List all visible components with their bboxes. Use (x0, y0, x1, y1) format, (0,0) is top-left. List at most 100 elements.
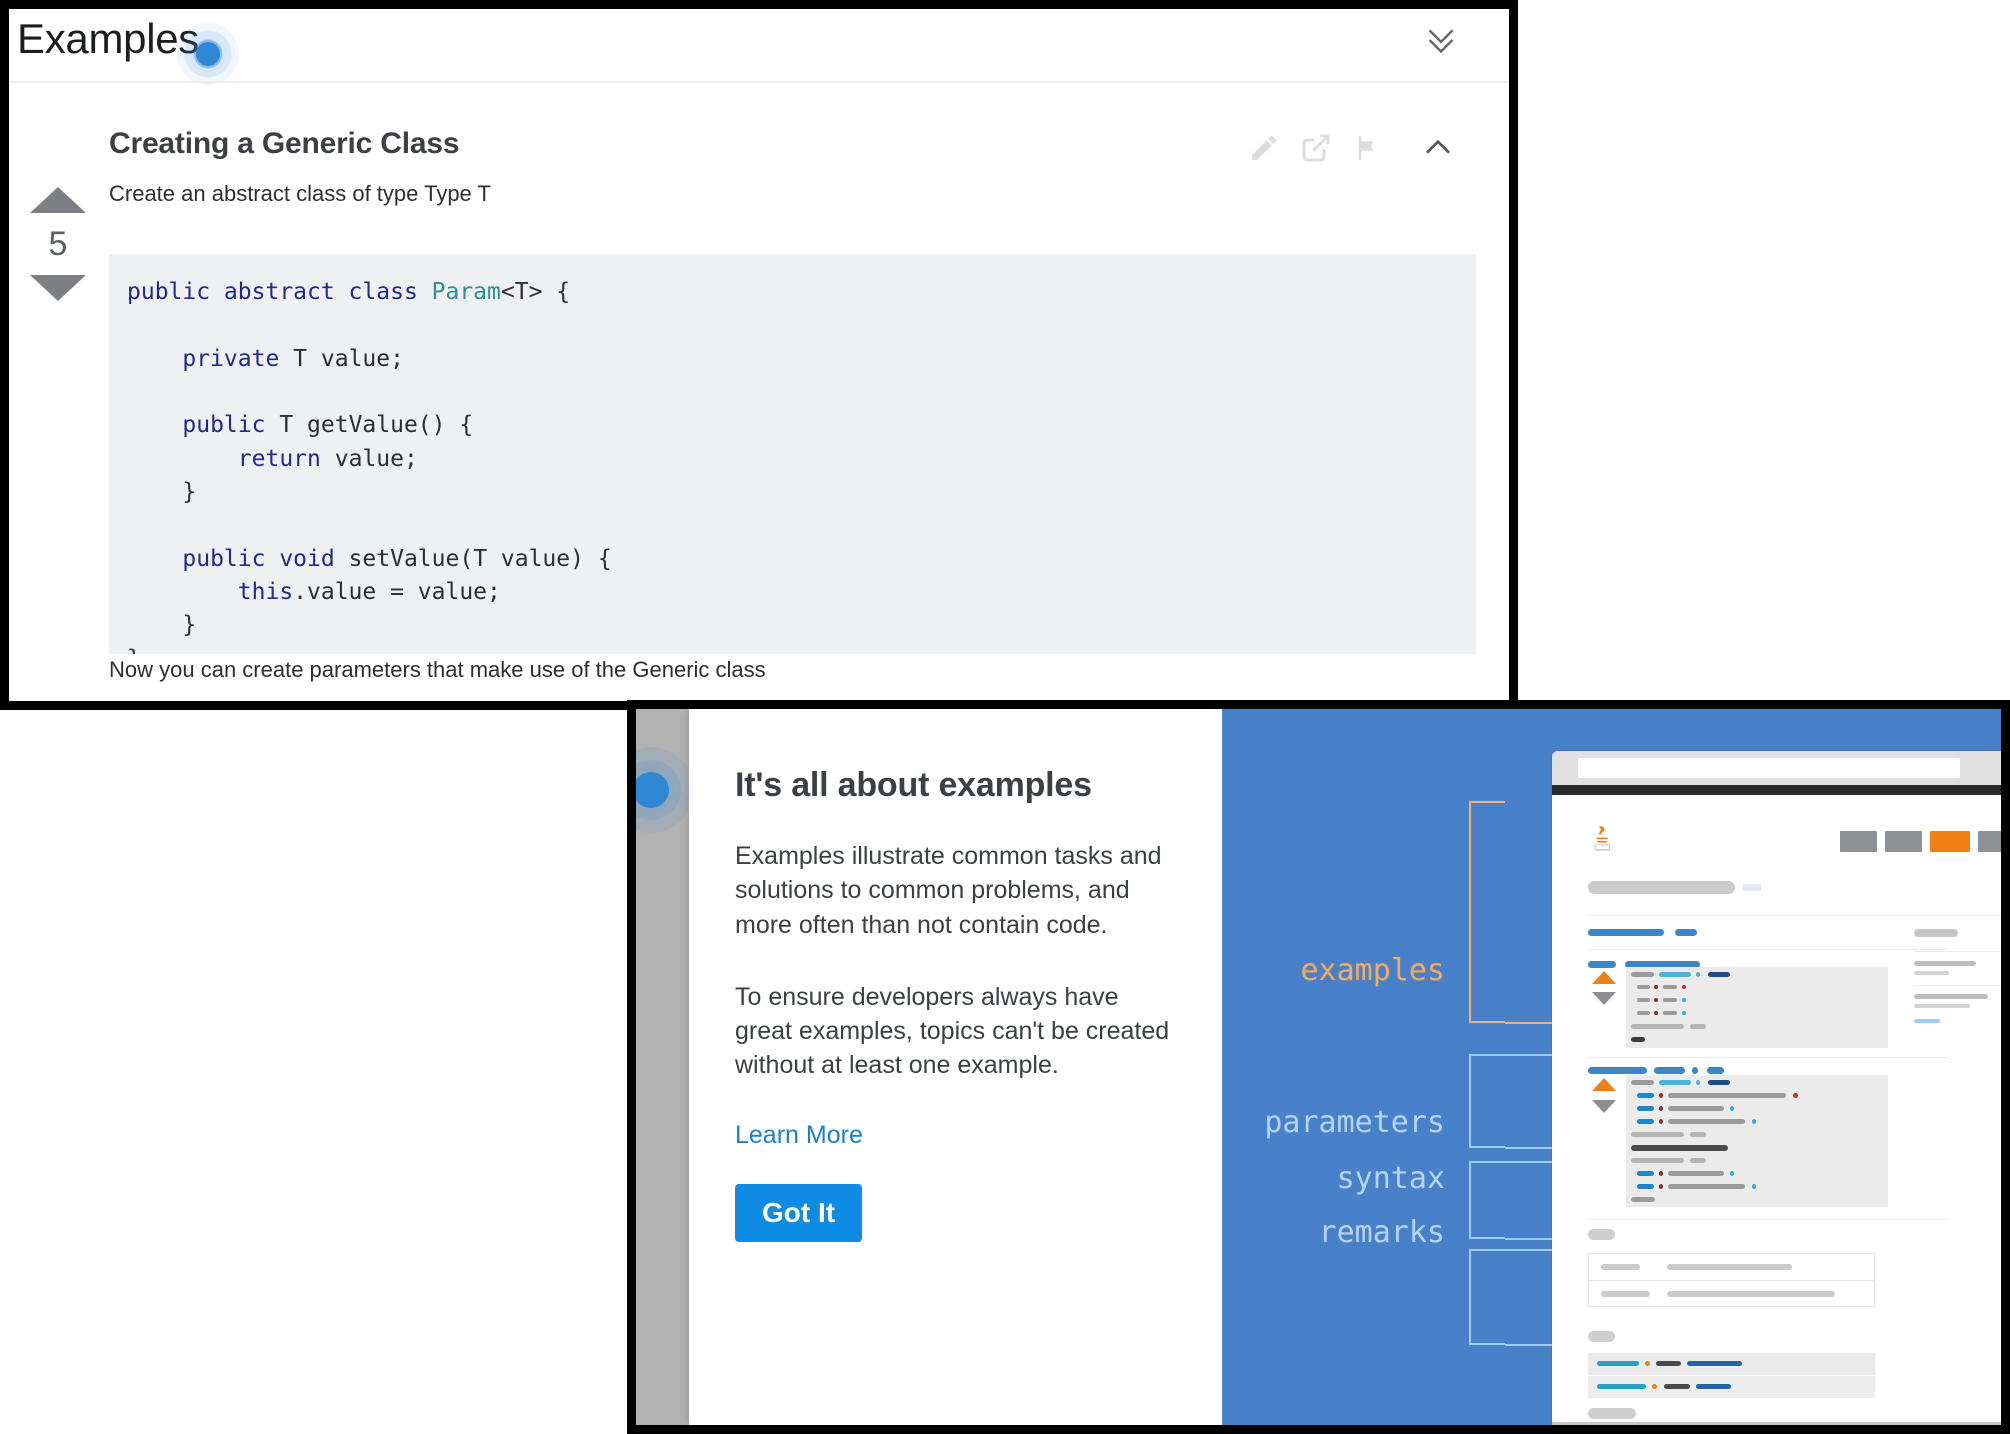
bracket-remarks (1469, 1249, 1505, 1345)
documentation-window-back: Examples Creating a Generic Class Create… (0, 0, 1518, 710)
code-token (1637, 1011, 1650, 1015)
code-token (1682, 998, 1686, 1002)
code-token (1663, 985, 1677, 989)
bracket-examples (1469, 801, 1505, 1023)
code-token (1752, 1184, 1756, 1189)
code-token (1654, 1011, 1658, 1015)
table-cell (1601, 1291, 1650, 1297)
mockup-rule (1588, 1057, 1948, 1058)
example-subtitle: Create an abstract class of type Type T (109, 181, 491, 206)
mockup-search-bar (1588, 881, 1735, 894)
browser-url-bar (1578, 758, 1960, 778)
syntax-token (1652, 1384, 1657, 1389)
mockup-sub-bar (1654, 1067, 1685, 1074)
mockup-heading-bar (1588, 929, 1664, 936)
code-token (1682, 985, 1686, 989)
code-token (1659, 1080, 1691, 1085)
vote-widget: 5 (27, 187, 89, 301)
mockup-code-block (1626, 1075, 1888, 1207)
examples-pulse-indicator[interactable] (177, 23, 239, 85)
code-token (1752, 1119, 1756, 1124)
code-token (1708, 1080, 1730, 1085)
example-actions (1238, 125, 1464, 171)
mockup-section-heading (1588, 1331, 1615, 1342)
mockup-section-heading (1588, 1408, 1636, 1419)
code-token (1631, 972, 1654, 977)
documentation-page: Examples Creating a Generic Class Create… (9, 9, 1509, 701)
modal-paragraph-1: Examples illustrate common tasks and sol… (735, 842, 1162, 939)
code-token (1659, 1106, 1663, 1111)
modal-content: It's all about examples Examples illustr… (689, 709, 1222, 1425)
code-span: T getValue() { (265, 412, 474, 439)
code-token (1637, 1106, 1654, 1111)
code-token (1637, 1093, 1654, 1098)
open-in-new-icon[interactable] (1290, 125, 1342, 171)
got-it-button[interactable]: Got It (735, 1183, 863, 1242)
table-cell (1601, 1264, 1640, 1270)
code-token (1631, 1158, 1684, 1163)
modal-pulse-indicator[interactable] (636, 747, 694, 833)
code-token (1730, 1106, 1734, 1111)
syntax-token (1664, 1384, 1690, 1389)
code-token (1659, 1184, 1663, 1189)
code-token (1690, 1132, 1706, 1137)
code-span: value; (320, 445, 418, 472)
browser-titlebar (1552, 751, 2001, 785)
bracket-remarks-tail-top (1505, 1249, 1553, 1251)
nav-pill (1840, 831, 1877, 852)
code-span: public abstract class (127, 279, 432, 305)
table-row (1589, 1281, 1874, 1307)
code-token (1637, 1171, 1654, 1176)
sidebar-rule (1914, 985, 2001, 986)
label-remarks: remarks (1318, 1215, 1445, 1250)
mockup-syntax-row (1588, 1376, 1875, 1398)
mockup-rule (1588, 949, 1948, 950)
mockup-downvote-icon (1592, 992, 1616, 1005)
sidebar-line (1914, 961, 1976, 966)
upvote-icon[interactable] (30, 187, 86, 213)
nav-pill (1978, 831, 2001, 852)
code-token (1690, 1158, 1706, 1163)
illustration-labels: examples parameters syntax remarks (1222, 709, 1467, 1425)
page-header: Examples (9, 9, 1509, 85)
code-span: this (127, 579, 294, 606)
example-footer-text: Now you can create parameters that make … (109, 657, 766, 682)
code-token (1631, 1197, 1655, 1202)
downvote-icon[interactable] (30, 275, 86, 301)
collapse-all-icon[interactable] (1418, 17, 1464, 63)
mockup-sub-bar (1588, 961, 1616, 968)
code-token (1659, 1119, 1663, 1124)
mockup-rule (1588, 1219, 1948, 1220)
code-span: setValue(T value) { (334, 545, 612, 572)
bracket-syntax (1469, 1161, 1505, 1239)
code-span: .value = value; (293, 579, 501, 606)
collapse-example-icon[interactable] (1412, 125, 1464, 171)
mockup-downvote-icon (1592, 1100, 1616, 1113)
code-span: <T> { (500, 279, 571, 305)
code-token (1708, 972, 1730, 977)
mockup-heading-bar (1675, 929, 1697, 936)
page-title: Examples (17, 15, 200, 62)
code-token (1637, 985, 1650, 989)
learn-more-link[interactable]: Learn More (735, 1121, 863, 1150)
edit-icon[interactable] (1238, 125, 1290, 171)
syntax-token (1656, 1361, 1681, 1366)
nav-pill (1885, 831, 1922, 852)
code-token (1793, 1093, 1798, 1098)
code-token (1631, 1037, 1645, 1042)
example-title: Creating a Generic Class (109, 127, 460, 160)
documentation-window-front: Examples Creating a Generic Class Create… (627, 700, 2010, 1434)
sidebar-rule (1914, 951, 2001, 952)
sidebar-line (1914, 971, 1949, 975)
mockup-sub-bar (1588, 1067, 1647, 1074)
bracket-examples-tail (1505, 1022, 1553, 1024)
bracket-syntax-tail-bottom (1505, 1238, 1553, 1240)
header-divider (9, 81, 1509, 83)
vote-count: 5 (48, 225, 68, 263)
code-token (1631, 1080, 1654, 1085)
flag-icon[interactable] (1342, 125, 1394, 171)
code-token (1637, 1184, 1654, 1189)
code-token (1659, 972, 1691, 977)
code-span: } (127, 479, 197, 506)
mockup-footer-bar (1552, 1422, 2001, 1425)
